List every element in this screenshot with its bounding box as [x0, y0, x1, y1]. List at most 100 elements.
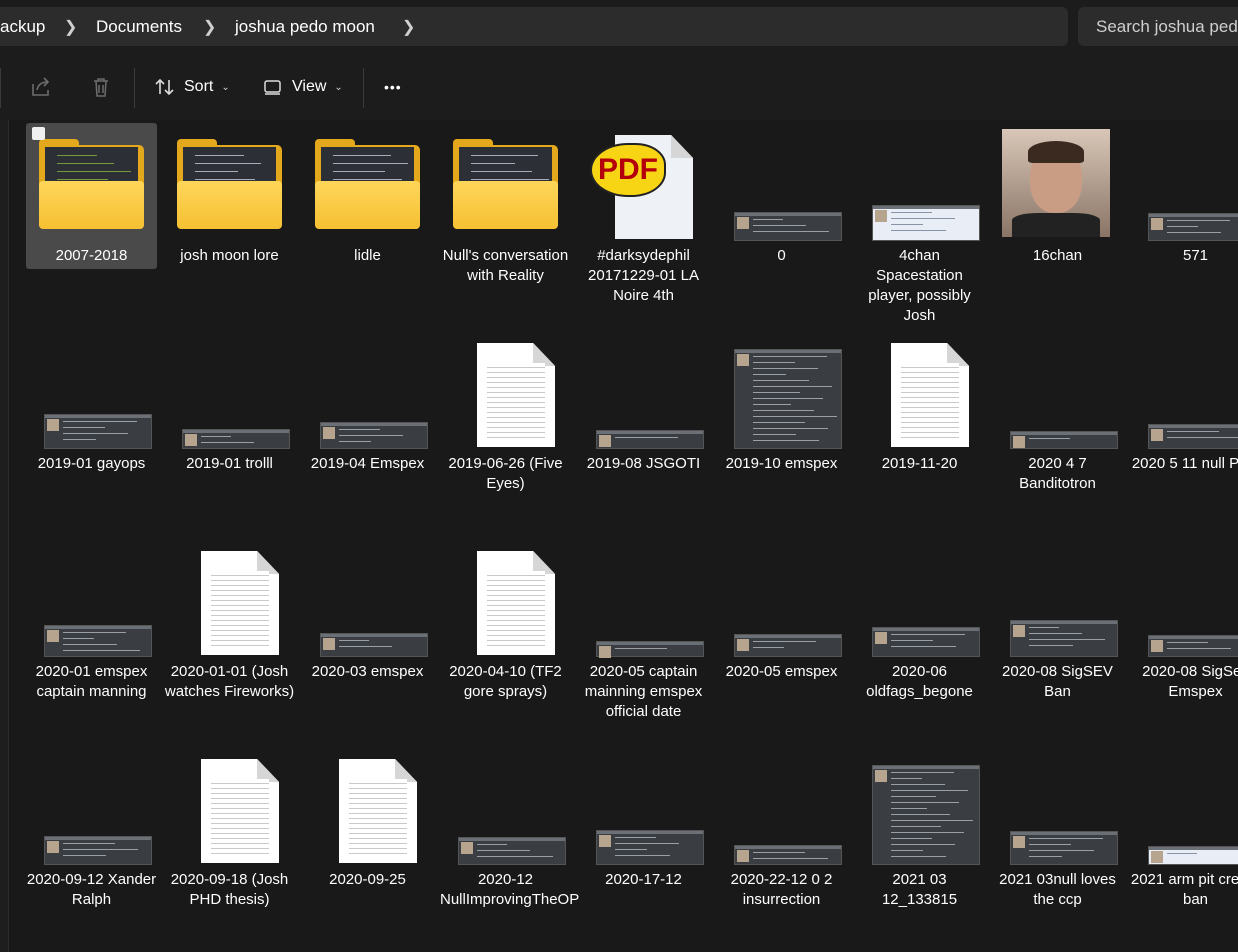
file-item[interactable]: 2020-09-25: [302, 747, 433, 947]
file-item[interactable]: 2021 arm pit cream ban: [1130, 747, 1238, 947]
file-item[interactable]: 571: [1130, 123, 1238, 323]
chevron-right-icon[interactable]: ❯: [64, 17, 77, 37]
document-icon: [174, 545, 285, 657]
selection-checkbox[interactable]: [32, 127, 45, 140]
file-item[interactable]: 2020-05 captain mainning emspex official…: [578, 539, 709, 739]
file-item[interactable]: 0: [716, 123, 847, 323]
folder-icon: [312, 129, 423, 241]
chevron-right-icon[interactable]: ❯: [203, 17, 216, 37]
file-name: josh moon lore: [180, 247, 279, 264]
file-item[interactable]: 2020-08 SigSev Emspex: [1130, 539, 1238, 739]
file-item[interactable]: Null's conversation with Reality: [440, 123, 571, 323]
preview-line: [753, 398, 823, 399]
share-icon[interactable]: [28, 74, 54, 100]
file-item[interactable]: 2020-09-12 Xander Ralph: [26, 747, 157, 947]
file-item[interactable]: 2020-22-12 0 2 insurrection: [716, 747, 847, 947]
screenshot-preview: [458, 837, 566, 865]
preview-bar: [873, 766, 979, 769]
breadcrumb-item-backup[interactable]: ackup: [0, 17, 45, 37]
preview-bar: [873, 206, 979, 209]
file-item[interactable]: 2020 5 11 null PPP: [1130, 331, 1238, 531]
file-name: 2021 arm pit cream ban: [1130, 871, 1238, 908]
preview-line: [63, 632, 126, 633]
file-item[interactable]: 2020-04-10 (TF2 gore sprays): [440, 539, 571, 739]
avatar: [461, 842, 473, 854]
preview-line: [615, 437, 678, 438]
preview-line: [753, 641, 816, 642]
file-item[interactable]: 2020-08 SigSEV Ban: [992, 539, 1123, 739]
file-item[interactable]: 2020 4 7 Banditotron: [992, 331, 1123, 531]
sort-label: Sort: [184, 78, 214, 95]
preview-line: [339, 441, 371, 442]
preview-bar: [45, 415, 151, 418]
file-item[interactable]: 16chan: [992, 123, 1123, 323]
file-item[interactable]: josh moon lore: [164, 123, 295, 323]
preview-line: [753, 392, 800, 393]
preview-line: [195, 171, 238, 172]
avatar: [323, 427, 335, 439]
preview-line: [1029, 627, 1059, 628]
avatar: [875, 770, 887, 782]
file-item[interactable]: 2019-04 Emspex: [302, 331, 433, 531]
preview-line: [57, 171, 131, 172]
chevron-right-icon[interactable]: ❯: [402, 17, 415, 37]
document-lines: [349, 779, 407, 857]
screenshot-preview: [1010, 620, 1118, 657]
screenshot-preview: [734, 845, 842, 865]
preview-line: [753, 410, 814, 411]
breadcrumb-item-current-folder[interactable]: joshua pedo moon: [235, 17, 375, 37]
preview-bar: [1149, 847, 1238, 850]
file-item[interactable]: 2019-01 gayops: [26, 331, 157, 531]
preview-bar: [735, 213, 841, 216]
file-name: 4chan Spacestation player, possibly Josh: [868, 247, 971, 324]
file-item[interactable]: 2020-01 emspex captain manning: [26, 539, 157, 739]
preview-bar: [1011, 432, 1117, 435]
file-item[interactable]: 2007-2018: [26, 123, 157, 269]
breadcrumb[interactable]: ackup ❯ Documents ❯ joshua pedo moon ❯: [0, 7, 1068, 46]
file-item[interactable]: lidle: [302, 123, 433, 323]
file-item[interactable]: 2021 03 12_133815: [854, 747, 985, 947]
document-icon: [312, 753, 423, 865]
preview-line: [1167, 642, 1208, 643]
file-item[interactable]: 2019-08 JSGOTI: [578, 331, 709, 531]
sort-button[interactable]: Sort ⌄: [154, 74, 230, 100]
file-name: 2019-04 Emspex: [310, 455, 425, 472]
screenshot-preview: [734, 212, 842, 241]
breadcrumb-item-documents[interactable]: Documents: [96, 17, 182, 37]
preview-line: [891, 808, 927, 809]
file-item[interactable]: 2020-12 NullImprovingTheOP: [440, 747, 579, 947]
avatar: [599, 435, 611, 447]
file-item[interactable]: 2020-17-12: [578, 747, 709, 947]
file-name: 2020 4 7 Banditotron: [1019, 455, 1096, 492]
file-item[interactable]: 2019-01 trolll: [164, 331, 295, 531]
preview-line: [891, 212, 932, 213]
file-item[interactable]: 2019-10 emspex: [716, 331, 847, 531]
search-input[interactable]: Search joshua pedo moon: [1078, 7, 1238, 46]
file-item[interactable]: 2020-09-18 (Josh PHD thesis): [164, 747, 295, 947]
file-item[interactable]: 2020-06 oldfags_begone: [854, 539, 985, 739]
file-name: 2020-22-12 0 2 insurrection: [730, 871, 833, 908]
screenshot-thumbnail: [864, 753, 980, 865]
trash-icon[interactable]: [88, 74, 114, 100]
screenshot-preview: [1010, 431, 1118, 449]
more-options-button[interactable]: •••: [384, 74, 402, 100]
view-button[interactable]: View ⌄: [262, 74, 343, 100]
file-item[interactable]: 2020-03 emspex: [302, 539, 433, 739]
preview-line: [63, 427, 105, 428]
screenshot-preview: [1010, 831, 1118, 865]
preview-line: [753, 362, 795, 363]
file-item[interactable]: 2020-01-01 (Josh watches Fireworks): [164, 539, 295, 739]
file-item[interactable]: 2020-05 emspex: [716, 539, 847, 739]
preview-line: [333, 163, 408, 164]
file-item[interactable]: 4chan Spacestation player, possibly Josh: [854, 123, 985, 324]
file-item[interactable]: 2019-06-26 (Five Eyes): [440, 331, 571, 531]
file-item[interactable]: 2021 03null loves the ccp: [992, 747, 1123, 947]
preview-line: [891, 820, 973, 821]
preview-line: [891, 230, 946, 231]
file-item[interactable]: PDF #darksydephil 20171229-01 LA Noire 4t…: [578, 123, 709, 323]
photo-thumbnail: [1002, 129, 1110, 237]
preview-line: [1167, 220, 1230, 221]
document-lines: [487, 571, 545, 649]
file-item[interactable]: 2019-11-20: [854, 331, 985, 531]
screenshot-preview: [872, 765, 980, 865]
